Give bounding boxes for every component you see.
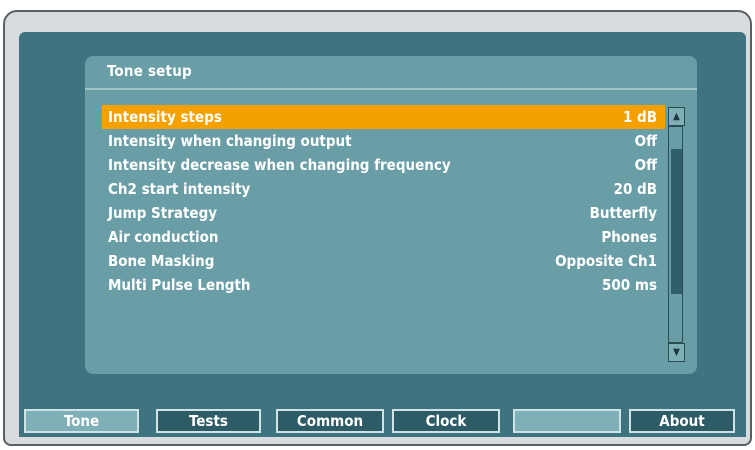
device-screen: Tone setup Intensity steps 1 dB Intensit… bbox=[19, 32, 746, 437]
settings-row-jump-strategy[interactable]: Jump Strategy Butterfly bbox=[102, 201, 665, 225]
row-label: Bone Masking bbox=[108, 252, 215, 270]
triangle-down-icon: ▼ bbox=[673, 346, 680, 358]
settings-row-intensity-decrease-frequency[interactable]: Intensity decrease when changing frequen… bbox=[102, 153, 665, 177]
row-label: Ch2 start intensity bbox=[108, 180, 251, 198]
device-bezel: Tone setup Intensity steps 1 dB Intensit… bbox=[3, 10, 752, 446]
scroll-up-button[interactable]: ▲ bbox=[668, 107, 685, 126]
settings-list: Intensity steps 1 dB Intensity when chan… bbox=[102, 105, 665, 297]
settings-row-intensity-changing-output[interactable]: Intensity when changing output Off bbox=[102, 129, 665, 153]
triangle-up-icon: ▲ bbox=[673, 110, 680, 122]
title-divider bbox=[85, 88, 697, 90]
row-label: Jump Strategy bbox=[108, 204, 218, 222]
list-scrollbar[interactable]: ▲ ▼ bbox=[668, 107, 685, 362]
row-label: Multi Pulse Length bbox=[108, 276, 251, 294]
scrollbar-thumb[interactable] bbox=[671, 149, 682, 294]
bottom-tab-bar: Tone Tests Common Clock About bbox=[19, 403, 746, 437]
row-label: Air conduction bbox=[108, 228, 219, 246]
tab-common[interactable]: Common bbox=[276, 409, 384, 433]
scroll-down-button[interactable]: ▼ bbox=[668, 343, 685, 362]
row-value: 20 dB bbox=[613, 180, 657, 198]
row-value: 500 ms bbox=[602, 276, 657, 294]
row-value: Opposite Ch1 bbox=[555, 252, 657, 270]
settings-row-bone-masking[interactable]: Bone Masking Opposite Ch1 bbox=[102, 249, 665, 273]
settings-row-intensity-steps[interactable]: Intensity steps 1 dB bbox=[102, 105, 665, 129]
tab-clock[interactable]: Clock bbox=[392, 409, 500, 433]
tab-tests[interactable]: Tests bbox=[156, 409, 261, 433]
row-value: Off bbox=[634, 156, 657, 174]
row-label: Intensity steps bbox=[108, 108, 222, 126]
row-value: Butterfly bbox=[589, 204, 657, 222]
tab-tone[interactable]: Tone bbox=[24, 409, 139, 433]
panel-title: Tone setup bbox=[107, 62, 192, 80]
row-value: Phones bbox=[601, 228, 657, 246]
row-label: Intensity decrease when changing frequen… bbox=[108, 156, 451, 174]
row-value: Off bbox=[634, 132, 657, 150]
settings-row-air-conduction[interactable]: Air conduction Phones bbox=[102, 225, 665, 249]
scrollbar-track[interactable] bbox=[668, 126, 683, 343]
settings-row-multi-pulse-length[interactable]: Multi Pulse Length 500 ms bbox=[102, 273, 665, 297]
row-label: Intensity when changing output bbox=[108, 132, 352, 150]
settings-row-ch2-start-intensity[interactable]: Ch2 start intensity 20 dB bbox=[102, 177, 665, 201]
row-value: 1 dB bbox=[622, 108, 657, 126]
tab-about[interactable]: About bbox=[629, 409, 735, 433]
tab-empty[interactable] bbox=[513, 409, 621, 433]
